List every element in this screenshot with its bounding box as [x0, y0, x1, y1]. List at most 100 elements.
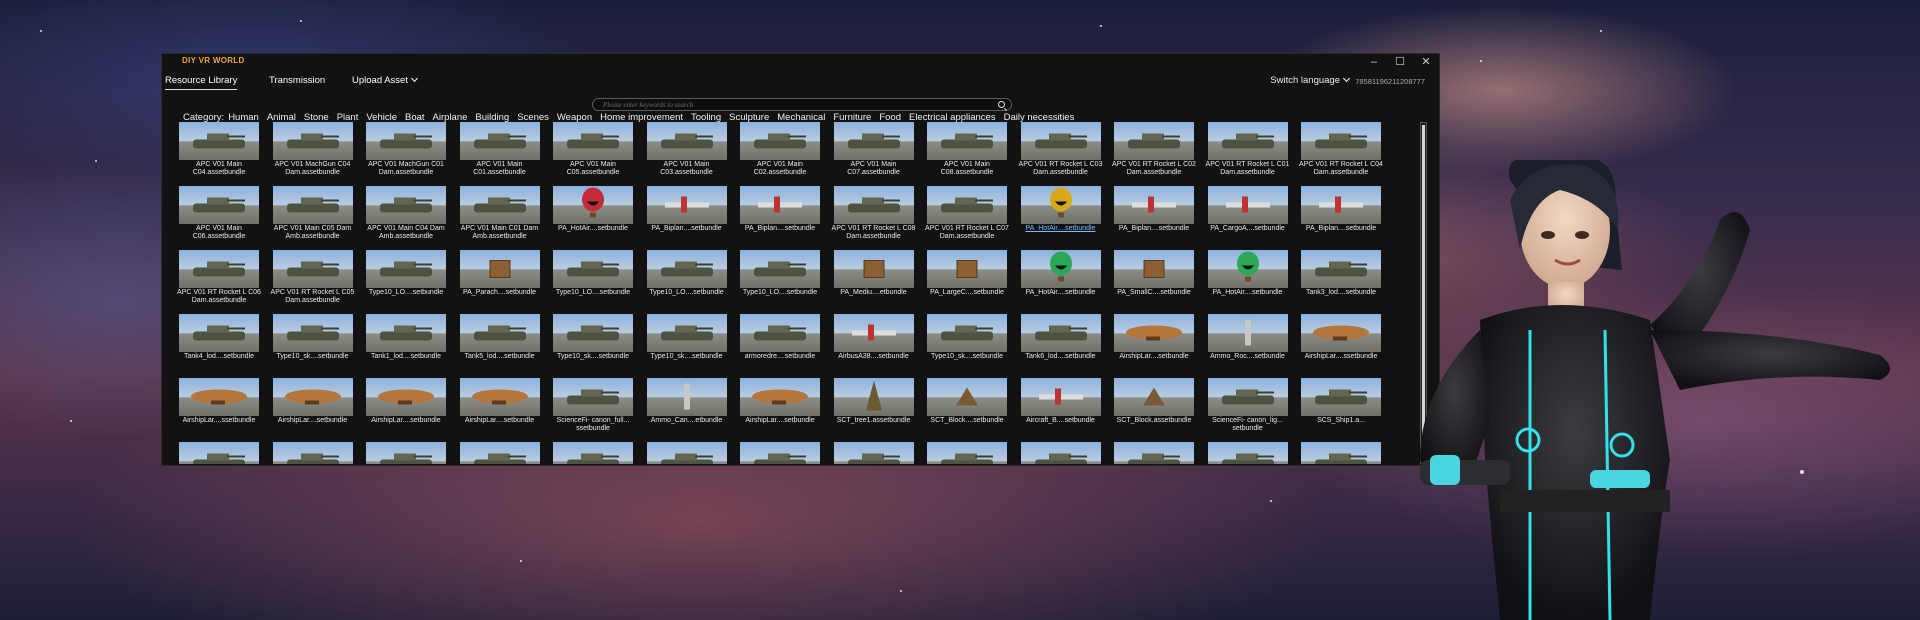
asset-item[interactable]: APC V01 Main C03.assetbundle [642, 122, 732, 177]
asset-item[interactable]: Type10_sk....setbundle [922, 314, 1012, 361]
asset-item[interactable]: Ammo_Can....etbundle [642, 378, 732, 425]
asset-item[interactable]: APC V01 Main C01.assetbundle [455, 122, 545, 177]
asset-caption: SCT_tree1.assetbundle [829, 417, 919, 425]
asset-item[interactable]: APC V01 RT Rocket L C08 Dam.assetbundle [829, 186, 919, 241]
asset-item[interactable]: Type10_LO....setbundle [361, 250, 451, 297]
minimize-icon[interactable]: – [1361, 56, 1387, 70]
asset-item[interactable]: Aircraft_B....setbundle [1016, 378, 1106, 425]
asset-item[interactable]: AirshipLar....setbundle [455, 378, 545, 425]
asset-thumbnail [927, 122, 1007, 160]
asset-thumbnail [553, 186, 633, 224]
asset-model-icon [1233, 251, 1263, 288]
search-box [592, 98, 1012, 111]
asset-item[interactable]: AirshipLar....ssetbundle [174, 378, 264, 425]
asset-item[interactable]: PA_Biplan....setbundle [1109, 186, 1199, 233]
asset-thumbnail [179, 186, 259, 224]
asset-item[interactable]: APC V01 Main C06.assetbundle [174, 186, 264, 241]
asset-item[interactable]: APC V01 Main C08.assetbundle [922, 122, 1012, 177]
asset-item[interactable]: Tank1_lod....setbundle [361, 314, 451, 361]
asset-item[interactable] [361, 442, 451, 464]
asset-item[interactable]: APC V01 Main C05 Dam Amb.assetbundle [268, 186, 358, 241]
asset-item[interactable]: APC V01 RT Rocket L C05 Dam.assetbundle [268, 250, 358, 305]
asset-item[interactable]: SCT_Block....setbundle [922, 378, 1012, 425]
asset-item[interactable]: APC V01 Main C05.assetbundle [548, 122, 638, 177]
asset-item[interactable]: AirshipLar....setbundle [361, 378, 451, 425]
asset-item[interactable]: APC V01 MachGun C04 Dam.assetbundle [268, 122, 358, 177]
asset-item[interactable]: PA_Biplan....setbundle [642, 186, 732, 233]
asset-item[interactable]: AirbusA38....setbundle [829, 314, 919, 361]
asset-item[interactable] [922, 442, 1012, 464]
asset-item[interactable]: AirshipLar....setbundle [1109, 314, 1199, 361]
asset-item[interactable]: Type10_LO....setbundle [642, 250, 732, 297]
close-icon[interactable]: ✕ [1413, 56, 1439, 70]
asset-item[interactable]: APC V01 RT Rocket L C01 Dam.assetbundle [1203, 122, 1293, 177]
asset-item[interactable]: APC V01 Main C04 Dam Amb.assetbundle [361, 186, 451, 241]
asset-thumbnail [1114, 250, 1194, 288]
asset-item[interactable]: APC V01 RT Rocket L C02 Dam.assetbundle [1109, 122, 1199, 177]
asset-caption: Ammo_Can....etbundle [642, 417, 732, 425]
asset-item[interactable]: APC V01 Main C02.assetbundle [735, 122, 825, 177]
asset-item[interactable]: PA_CargoA....setbundle [1203, 186, 1293, 233]
asset-item[interactable]: AirshipLar....setbundle [268, 378, 358, 425]
maximize-icon[interactable]: ☐ [1387, 56, 1413, 70]
asset-item[interactable]: APC V01 Main C04.assetbundle [174, 122, 264, 177]
asset-item[interactable]: ScienceFi- canon_full... ssetbundle [548, 378, 638, 433]
asset-caption: APC V01 MachGun C04 Dam.assetbundle [268, 161, 358, 177]
asset-item[interactable]: Tank6_lod....setbundle [1016, 314, 1106, 361]
asset-model-icon [937, 129, 997, 156]
asset-item[interactable]: PA_HotAir....setbundle [1016, 186, 1106, 233]
tab-transmission[interactable]: Transmission [269, 75, 325, 86]
asset-thumbnail [1114, 378, 1194, 416]
asset-item[interactable]: APC V01 Main C01 Dam Amb.assetbundle [455, 186, 545, 241]
upload-asset-dropdown[interactable]: Upload Asset [352, 75, 417, 86]
search-input[interactable] [603, 99, 983, 110]
asset-item[interactable]: PA_Biplan....setbundle [735, 186, 825, 233]
switch-language-dropdown[interactable]: Switch language [1270, 75, 1349, 86]
asset-item[interactable]: SCT_Block.assetbundle [1109, 378, 1199, 425]
asset-thumbnail [647, 186, 727, 224]
asset-item[interactable]: PA_HotAir....setbundle [548, 186, 638, 233]
tab-resource-library[interactable]: Resource Library [165, 75, 237, 90]
asset-item[interactable]: Tank5_lod....setbundle [455, 314, 545, 361]
asset-model-icon [750, 449, 810, 464]
asset-item[interactable] [1016, 442, 1106, 464]
asset-item[interactable] [268, 442, 358, 464]
asset-item[interactable]: APC V01 MachGun C01 Dam.assetbundle [361, 122, 451, 177]
asset-item[interactable]: Ammo_Roc....setbundle [1203, 314, 1293, 361]
asset-item[interactable]: PA_LargeC....setbundle [922, 250, 1012, 297]
asset-item[interactable]: PA_Mediu....etbundle [829, 250, 919, 297]
asset-item[interactable]: Type10_LO....setbundle [735, 250, 825, 297]
asset-item[interactable]: AirshipLar....setbundle [735, 378, 825, 425]
asset-caption: PA_LargeC....setbundle [922, 289, 1012, 297]
asset-item[interactable] [548, 442, 638, 464]
asset-item[interactable] [1109, 442, 1199, 464]
asset-item[interactable] [455, 442, 545, 464]
asset-item[interactable]: SCT_tree1.assetbundle [829, 378, 919, 425]
asset-item[interactable] [1203, 442, 1293, 464]
search-icon[interactable] [998, 101, 1005, 108]
asset-thumbnail [460, 186, 540, 224]
asset-item[interactable]: Type10_LO....setbundle [548, 250, 638, 297]
asset-item[interactable]: Tank4_lod....setbundle [174, 314, 264, 361]
asset-item[interactable]: APC V01 RT Rocket L C06 Dam.assetbundle [174, 250, 264, 305]
asset-item[interactable]: Type10_sk....setbundle [642, 314, 732, 361]
asset-item[interactable] [829, 442, 919, 464]
asset-item[interactable]: ScienceFi- canon_lig... setbundle [1203, 378, 1293, 433]
asset-item[interactable] [174, 442, 264, 464]
asset-item[interactable]: APC V01 RT Rocket L C03 Dam.assetbundle [1016, 122, 1106, 177]
asset-item[interactable]: PA_HotAir....setbundle [1203, 250, 1293, 297]
asset-thumbnail [366, 314, 446, 352]
asset-item[interactable] [642, 442, 732, 464]
asset-item[interactable]: Type10_sk....setbundle [268, 314, 358, 361]
asset-item[interactable]: APC V01 Main C07.assetbundle [829, 122, 919, 177]
asset-model-icon [189, 386, 249, 411]
asset-item[interactable]: PA_HotAir....setbundle [1016, 250, 1106, 297]
asset-caption: armoredre....setbundle [735, 353, 825, 361]
asset-item[interactable]: armoredre....setbundle [735, 314, 825, 361]
asset-item[interactable]: PA_Parach....setbundle [455, 250, 545, 297]
asset-item[interactable] [735, 442, 825, 464]
asset-item[interactable]: APC V01 RT Rocket L C07 Dam.assetbundle [922, 186, 1012, 241]
asset-item[interactable]: Type10_sk....setbundle [548, 314, 638, 361]
asset-caption: APC V01 RT Rocket L C01 Dam.assetbundle [1203, 161, 1293, 177]
asset-item[interactable]: PA_SmallC....setbundle [1109, 250, 1199, 297]
